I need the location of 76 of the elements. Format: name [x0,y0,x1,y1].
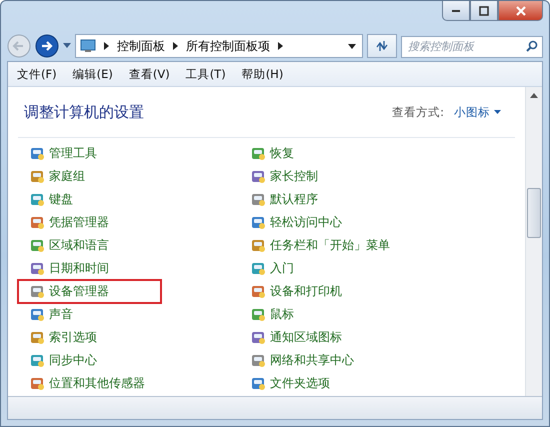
maximize-button[interactable] [470,1,498,21]
caret-icon [494,110,501,114]
control-panel-link[interactable]: 网络和共享中心 [270,352,354,369]
forward-icon[interactable] [35,34,59,58]
tile-icon [251,146,266,161]
search-field[interactable]: 搜索控制面板 [401,36,543,58]
control-panel-link[interactable]: 位置和其他传感器 [49,375,145,392]
monitor-icon [80,39,96,53]
dropdown-icon[interactable] [348,44,356,48]
tile-icon [30,238,45,253]
menu-item[interactable]: 工具(T) [180,64,231,84]
menu-item[interactable]: 编辑(E) [68,64,118,84]
minimize-icon [452,10,460,12]
scrollbar[interactable] [525,87,542,396]
control-panel-link[interactable]: 凭据管理器 [49,214,109,231]
control-panel-link[interactable]: 声音 [49,306,73,323]
control-panel-link[interactable]: 设备管理器 [49,283,109,300]
control-panel-link[interactable]: 同步中心 [49,352,97,369]
tile-icon [30,284,45,299]
control-panel-link[interactable]: 设备和打印机 [270,283,342,300]
control-panel-link[interactable]: 日期和时间 [49,260,109,277]
breadcrumb[interactable]: 控制面板 [117,38,165,54]
control-panel-link[interactable]: 区域和语言 [49,237,109,254]
scroll-up-icon[interactable] [530,93,538,98]
chevron-icon [278,42,283,50]
refresh-button[interactable] [367,34,397,58]
menu-item[interactable]: 查看(V) [124,64,175,84]
tile-icon [30,307,45,322]
scroll-thumb[interactable] [527,188,541,238]
tile-icon [251,330,266,345]
arrows-icon [375,40,389,52]
address-bar[interactable]: 控制面板 所有控制面板项 [75,34,363,58]
control-panel-link[interactable]: 通知区域图标 [270,329,342,346]
control-panel-link[interactable]: 索引选项 [49,329,97,346]
tile-icon [30,330,45,345]
tile-icon [251,353,266,368]
control-panel-link[interactable]: 鼠标 [270,306,294,323]
control-panel-link[interactable]: 入门 [270,260,294,277]
tile-icon [251,238,266,253]
caret-icon[interactable] [63,43,71,49]
menu-item[interactable]: 文件(F) [12,64,62,84]
tile-icon [251,261,266,276]
close-icon [516,6,526,16]
tile-icon [30,169,45,184]
control-panel-link[interactable]: 家长控制 [270,168,318,185]
view-label: 查看方式: [392,104,444,120]
control-panel-link[interactable]: 默认程序 [270,191,318,208]
view-dropdown[interactable]: 小图标 [454,104,501,120]
tile-icon [251,192,266,207]
chevron-icon [173,42,178,50]
tile-icon [30,146,45,161]
maximize-icon [479,6,489,16]
control-panel-link[interactable]: 恢复 [270,145,294,162]
search-icon[interactable] [526,40,538,52]
control-panel-link[interactable]: 键盘 [49,191,73,208]
tile-icon [251,169,266,184]
tile-icon [30,353,45,368]
tile-icon [30,215,45,230]
page-title: 调整计算机的设置 [24,102,144,122]
chevron-icon [104,42,109,50]
menu-item[interactable]: 帮助(H) [236,64,288,84]
close-button[interactable] [498,1,543,21]
control-panel-link[interactable]: 任务栏和「开始」菜单 [270,237,390,254]
control-panel-link[interactable]: 管理工具 [49,145,97,162]
control-panel-link[interactable]: 文件夹选项 [270,375,330,392]
control-panel-link[interactable]: 家庭组 [49,168,85,185]
tile-icon [251,215,266,230]
tile-icon [30,192,45,207]
tile-icon [30,376,45,391]
tile-icon [251,376,266,391]
minimize-button[interactable] [442,1,470,21]
tile-icon [251,284,266,299]
tile-icon [251,307,266,322]
breadcrumb[interactable]: 所有控制面板项 [186,38,270,54]
tile-icon [30,261,45,276]
control-panel-link[interactable]: 轻松访问中心 [270,214,342,231]
